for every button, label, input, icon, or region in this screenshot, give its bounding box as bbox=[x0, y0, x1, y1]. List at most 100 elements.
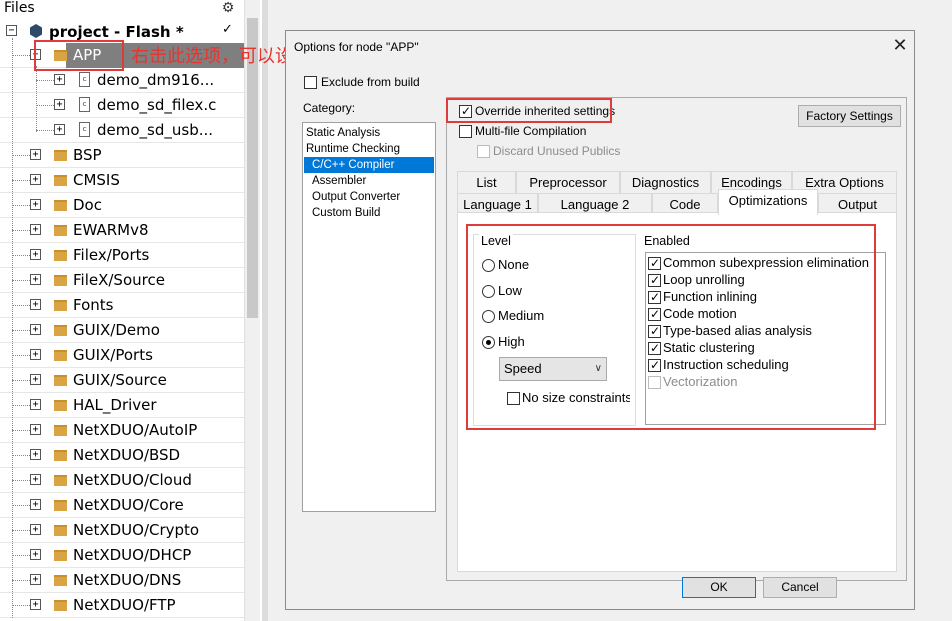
folder-icon bbox=[54, 500, 67, 511]
close-icon[interactable]: ✕ bbox=[890, 35, 910, 55]
expand-icon[interactable]: + bbox=[30, 324, 41, 335]
panel-splitter[interactable] bbox=[262, 0, 268, 621]
exclude-from-build-checkbox[interactable] bbox=[304, 76, 317, 89]
tree-item-guix-demo[interactable]: + GUIX/Demo bbox=[0, 318, 244, 343]
annotation-highlight-app bbox=[34, 40, 124, 71]
folder-icon bbox=[54, 350, 67, 361]
expand-icon[interactable]: + bbox=[30, 524, 41, 535]
tree-connector bbox=[12, 355, 30, 356]
expand-icon[interactable]: + bbox=[54, 74, 65, 85]
tree-item-doc[interactable]: + Doc bbox=[0, 193, 244, 218]
tree-item-label: demo_sd_filex.c bbox=[97, 96, 217, 114]
tree-item-netxduo-core[interactable]: + NetXDUO/Core bbox=[0, 493, 244, 518]
tree-item-netxduo-crypto[interactable]: + NetXDUO/Crypto bbox=[0, 518, 244, 543]
cancel-button[interactable]: Cancel bbox=[763, 577, 837, 598]
folder-icon bbox=[54, 400, 67, 411]
expand-icon[interactable]: + bbox=[30, 599, 41, 610]
expand-icon[interactable]: + bbox=[54, 99, 65, 110]
c-file-icon: c bbox=[79, 72, 90, 87]
vertical-scrollbar[interactable] bbox=[244, 0, 260, 621]
tree-connector bbox=[12, 280, 30, 281]
category-item[interactable]: Static Analysis bbox=[304, 125, 434, 141]
expand-icon[interactable]: + bbox=[54, 124, 65, 135]
tab-diagnostics[interactable]: Diagnostics bbox=[620, 171, 711, 193]
tree-item-label: CMSIS bbox=[73, 171, 120, 189]
collapse-icon[interactable]: − bbox=[6, 25, 17, 36]
folder-icon bbox=[54, 475, 67, 486]
multifile-compilation-checkbox[interactable] bbox=[459, 125, 472, 138]
category-item[interactable]: Assembler bbox=[304, 173, 434, 189]
expand-icon[interactable]: + bbox=[30, 199, 41, 210]
expand-icon[interactable]: + bbox=[30, 249, 41, 260]
expand-icon[interactable]: + bbox=[30, 274, 41, 285]
tree-item-ewarmv8[interactable]: + EWARMv8 bbox=[0, 218, 244, 243]
tree-connector bbox=[12, 555, 30, 556]
tree-connector bbox=[12, 255, 30, 256]
c-file-icon: c bbox=[79, 97, 90, 112]
tree-item-bsp[interactable]: + BSP bbox=[0, 143, 244, 168]
tree-connector bbox=[12, 205, 30, 206]
tree-item-label: EWARMv8 bbox=[73, 221, 149, 239]
expand-icon[interactable]: + bbox=[30, 549, 41, 560]
tree-item-hal-driver[interactable]: + HAL_Driver bbox=[0, 393, 244, 418]
category-label: Category: bbox=[303, 101, 356, 115]
category-item[interactable]: C/C++ Compiler bbox=[304, 157, 434, 173]
tree-item-label: Fonts bbox=[73, 296, 114, 314]
folder-icon bbox=[54, 150, 67, 161]
tree-connector bbox=[12, 380, 30, 381]
tree-item-label: GUIX/Ports bbox=[73, 346, 153, 364]
folder-icon bbox=[54, 275, 67, 286]
folder-icon bbox=[54, 525, 67, 536]
tree-item-netxduo-ftp[interactable]: + NetXDUO/FTP bbox=[0, 593, 244, 618]
factory-settings-button[interactable]: Factory Settings bbox=[798, 105, 901, 127]
expand-icon[interactable]: + bbox=[30, 424, 41, 435]
tree-item-filex-ports[interactable]: + Filex/Ports bbox=[0, 243, 244, 268]
tree-item-cmsis[interactable]: + CMSIS bbox=[0, 168, 244, 193]
tree-connector bbox=[36, 80, 54, 81]
tree-connector bbox=[12, 605, 30, 606]
tree-connector bbox=[12, 155, 30, 156]
ok-button[interactable]: OK bbox=[682, 577, 756, 598]
tree-item-netxduo-dns[interactable]: + NetXDUO/DNS bbox=[0, 568, 244, 593]
folder-icon bbox=[54, 225, 67, 236]
category-item[interactable]: Output Converter bbox=[304, 189, 434, 205]
expand-icon[interactable]: + bbox=[30, 499, 41, 510]
tree-item-netxduo-dhcp[interactable]: + NetXDUO/DHCP bbox=[0, 543, 244, 568]
expand-icon[interactable]: + bbox=[30, 299, 41, 310]
tree-item-guix-ports[interactable]: + GUIX/Ports bbox=[0, 343, 244, 368]
expand-icon[interactable]: + bbox=[30, 399, 41, 410]
project-label: project - Flash * bbox=[49, 23, 184, 41]
tree-item-netxduo-cloud[interactable]: + NetXDUO/Cloud bbox=[0, 468, 244, 493]
tree-item-label: NetXDUO/AutoIP bbox=[73, 421, 198, 439]
tree-item-netxduo-bsd[interactable]: + NetXDUO/BSD bbox=[0, 443, 244, 468]
expand-icon[interactable]: + bbox=[30, 149, 41, 160]
tree-connector bbox=[36, 66, 37, 132]
expand-icon[interactable]: + bbox=[30, 349, 41, 360]
tree-item-guix-source[interactable]: + GUIX/Source bbox=[0, 368, 244, 393]
expand-icon[interactable]: + bbox=[30, 224, 41, 235]
tree-item-fonts[interactable]: + Fonts bbox=[0, 293, 244, 318]
gear-icon[interactable]: ⚙ bbox=[220, 0, 236, 16]
expand-icon[interactable]: + bbox=[30, 374, 41, 385]
expand-icon[interactable]: + bbox=[30, 474, 41, 485]
expand-icon[interactable]: + bbox=[30, 574, 41, 585]
tree-item-filex-source[interactable]: + FileX/Source bbox=[0, 268, 244, 293]
tree-connector bbox=[12, 480, 30, 481]
tree-item-label: NetXDUO/Core bbox=[73, 496, 184, 514]
tree-item-label: NetXDUO/BSD bbox=[73, 446, 181, 464]
category-item[interactable]: Runtime Checking bbox=[304, 141, 434, 157]
project-icon bbox=[30, 24, 42, 38]
tab-list[interactable]: List bbox=[457, 171, 516, 193]
tab-preprocessor[interactable]: Preprocessor bbox=[516, 171, 620, 193]
expand-icon[interactable]: + bbox=[30, 174, 41, 185]
tree-connector bbox=[36, 105, 54, 106]
expand-icon[interactable]: + bbox=[30, 449, 41, 460]
tree-connector bbox=[12, 430, 30, 431]
tree-item-netxduo-autoip[interactable]: + NetXDUO/AutoIP bbox=[0, 418, 244, 443]
category-item[interactable]: Custom Build bbox=[304, 205, 434, 221]
category-list: Static Analysis Runtime Checking C/C++ Com… bbox=[302, 122, 436, 512]
tab-optimizations[interactable]: Optimizations bbox=[718, 189, 818, 215]
discard-unused-publics-checkbox[interactable] bbox=[477, 145, 490, 158]
tree-item-label: NetXDUO/Cloud bbox=[73, 471, 192, 489]
folder-icon bbox=[54, 550, 67, 561]
